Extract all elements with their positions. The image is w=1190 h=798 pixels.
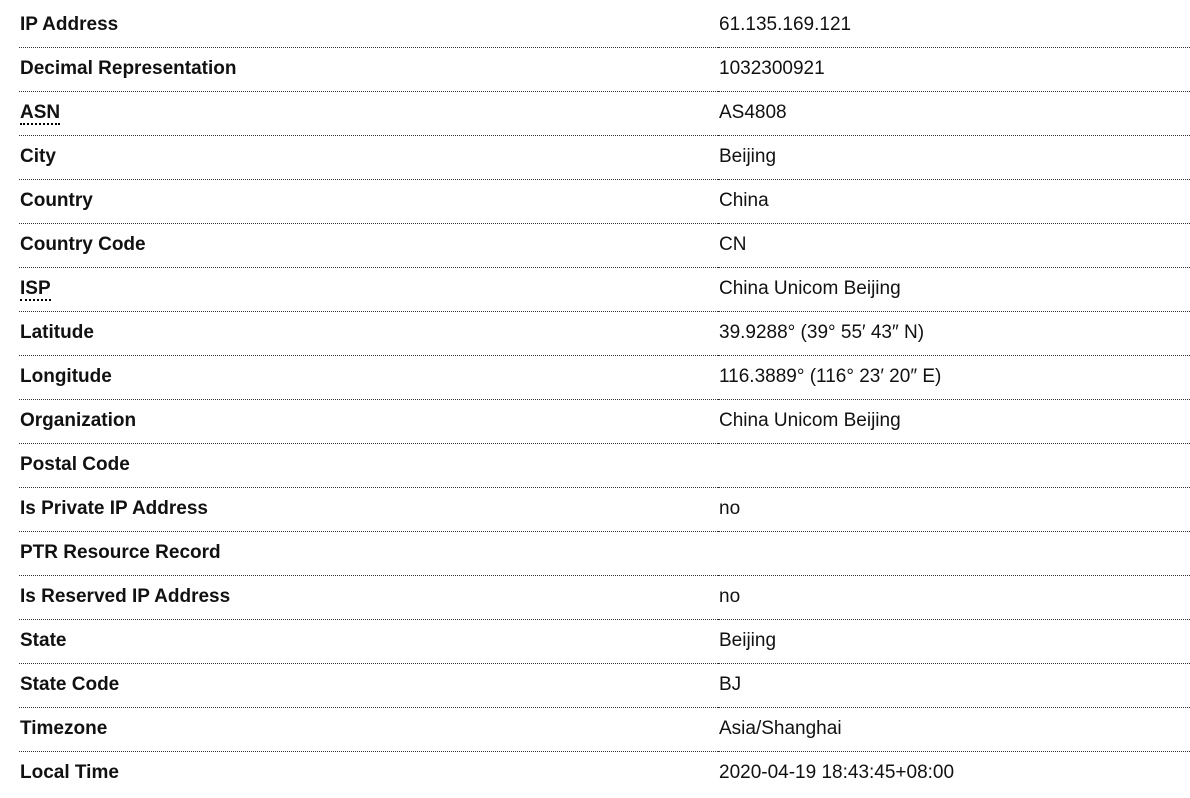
label-text: PTR Resource Record — [20, 542, 221, 563]
table-row: Country Code CN — [19, 223, 1190, 268]
row-label: Decimal Representation — [19, 47, 718, 92]
label-text: IP Address — [20, 13, 119, 35]
row-value: 1032300921 — [718, 47, 1190, 92]
abbreviation-label[interactable]: ASN — [20, 102, 61, 125]
row-label: ISP — [19, 267, 718, 312]
row-value: 116.3889° (116° 23′ 20″ E) — [718, 355, 1190, 400]
table-row: Postal Code — [19, 443, 1190, 488]
row-value: Beijing — [718, 135, 1190, 180]
label-text: Country — [20, 190, 93, 211]
row-label: Is Private IP Address — [19, 487, 718, 532]
abbreviation-label[interactable]: ISP — [20, 278, 51, 301]
table-row: Organization China Unicom Beijing — [19, 399, 1190, 444]
table-row: Is Reserved IP Address no — [19, 575, 1190, 620]
row-label: Local Time — [19, 751, 718, 795]
row-label: Country Code — [19, 223, 718, 268]
label-text: Longitude — [20, 366, 112, 387]
label-text: Is Private IP Address — [20, 498, 208, 519]
row-value: AS4808 — [718, 91, 1190, 136]
row-label: Timezone — [19, 707, 718, 752]
ip-info-table: IP Address 61.135.169.121 Decimal Represen… — [19, 3, 1190, 795]
row-value: Asia/Shanghai — [718, 707, 1190, 752]
label-text: Timezone — [20, 718, 108, 739]
table-row: Decimal Representation 1032300921 — [19, 47, 1190, 92]
label-text: State — [20, 630, 67, 651]
table-row: ASN AS4808 — [19, 91, 1190, 136]
table-row: Longitude 116.3889° (116° 23′ 20″ E) — [19, 355, 1190, 400]
row-value: Beijing — [718, 619, 1190, 664]
row-label: Country — [19, 179, 718, 224]
label-text: Local Time — [20, 762, 119, 784]
label-text: City — [20, 146, 56, 167]
label-text: State Code — [20, 674, 120, 695]
table-row: Timezone Asia/Shanghai — [19, 707, 1190, 752]
row-value — [718, 531, 1190, 576]
table-row: Is Private IP Address no — [19, 487, 1190, 532]
label-text: Postal Code — [20, 454, 130, 475]
label-text: Decimal Representation — [20, 58, 237, 79]
row-label: Postal Code — [19, 443, 718, 488]
label-text: Is Reserved IP Address — [20, 586, 231, 607]
table-row: State Code BJ — [19, 663, 1190, 708]
row-value: China — [718, 179, 1190, 224]
row-label: State Code — [19, 663, 718, 708]
row-label: Longitude — [19, 355, 718, 400]
row-label: City — [19, 135, 718, 180]
row-label: Organization — [19, 399, 718, 444]
table-row: ISP China Unicom Beijing — [19, 267, 1190, 312]
row-label: Is Reserved IP Address — [19, 575, 718, 620]
row-value: China Unicom Beijing — [718, 267, 1190, 312]
label-text: Organization — [20, 410, 137, 431]
table-row: Country China — [19, 179, 1190, 224]
row-value: 39.9288° (39° 55′ 43″ N) — [718, 311, 1190, 356]
row-value — [718, 443, 1190, 488]
table-row: IP Address 61.135.169.121 — [19, 3, 1190, 48]
row-value: 61.135.169.121 — [718, 3, 1190, 48]
row-label: State — [19, 619, 718, 664]
row-label: IP Address — [19, 3, 718, 48]
row-value: no — [718, 487, 1190, 532]
row-value: 2020-04-19 18:43:45+08:00 — [719, 762, 955, 784]
label-text: Country Code — [20, 234, 146, 255]
row-value: no — [718, 575, 1190, 620]
row-label: PTR Resource Record — [19, 531, 718, 576]
row-value: BJ — [718, 663, 1190, 708]
row-label: ASN — [19, 91, 718, 136]
row-value: China Unicom Beijing — [718, 399, 1190, 444]
row-value: CN — [718, 223, 1190, 268]
table-row: Latitude 39.9288° (39° 55′ 43″ N) — [19, 311, 1190, 356]
table-row: Local Time 2020-04-19 18:43:45+08:00 — [19, 751, 1190, 795]
table-row: PTR Resource Record — [19, 531, 1190, 576]
table-row: State Beijing — [19, 619, 1190, 664]
label-text: Latitude — [20, 322, 94, 343]
row-label: Latitude — [19, 311, 718, 356]
table-row: City Beijing — [19, 135, 1190, 180]
